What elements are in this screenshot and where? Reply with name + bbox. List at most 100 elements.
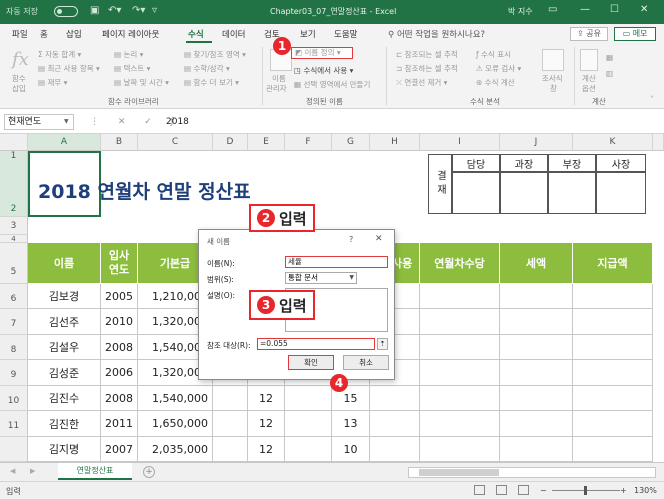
tell-me-search[interactable]: ⚲ 어떤 작업을 원하시나요?	[388, 28, 485, 40]
table-cell[interactable]: 김보경	[28, 284, 101, 309]
recent-button[interactable]: ▤ 최근 사용 항목 ▾	[38, 63, 100, 74]
scope-select[interactable]: 통합 문서 ▼	[285, 272, 357, 284]
row-header[interactable]: 10	[0, 386, 28, 411]
trace-precedents-button[interactable]: ⊏ 참조되는 셀 추적	[396, 49, 458, 60]
define-name-button[interactable]: ◩ 이름 정의 ▾	[291, 47, 353, 59]
zoom-out-icon[interactable]: −	[540, 486, 547, 495]
close-window-icon[interactable]: ✕	[640, 4, 648, 15]
watch-window-icon[interactable]	[542, 49, 564, 71]
table-cell[interactable]: 김설우	[28, 335, 101, 360]
maximize-icon[interactable]: ☐	[610, 4, 619, 15]
collapse-dialog-icon[interactable]: ⇡	[377, 338, 388, 350]
remove-arrows-button[interactable]: ⤫ 연결선 제거 ▾	[396, 77, 447, 88]
table-cell[interactable]	[420, 284, 500, 309]
row-header[interactable]: 5	[0, 243, 28, 284]
table-cell[interactable]: 10	[332, 437, 370, 462]
column-header[interactable]: B	[101, 134, 138, 151]
use-in-formula-button[interactable]: ◳ 수식에서 사용 ▾	[294, 65, 353, 76]
table-cell[interactable]: 김선주	[28, 309, 101, 335]
financial-button[interactable]: ▤ 재무 ▾	[38, 77, 67, 88]
table-cell[interactable]	[500, 284, 573, 309]
table-cell[interactable]: 13	[332, 411, 370, 437]
table-cell[interactable]: 2011	[101, 411, 138, 437]
column-header[interactable]: K	[573, 134, 653, 151]
spreadsheet-grid[interactable]: A B C D E F G H I J K 2 1 3 4 5 6 7 8 9 …	[0, 134, 664, 462]
select-all-corner[interactable]	[0, 134, 28, 151]
tab-view[interactable]: 보기	[300, 28, 316, 40]
table-cell[interactable]: 2005	[101, 284, 138, 309]
table-cell[interactable]	[213, 386, 248, 411]
table-cell[interactable]	[420, 335, 500, 360]
add-sheet-icon[interactable]: +	[143, 466, 155, 478]
table-cell[interactable]	[573, 411, 653, 437]
formula-input[interactable]: 2018	[166, 117, 189, 127]
table-cell[interactable]	[573, 437, 653, 462]
table-cell[interactable]: 2,035,000	[138, 437, 213, 462]
row-header[interactable]: 3	[0, 217, 28, 235]
page-layout-view-icon[interactable]	[496, 485, 507, 495]
autosave-toggle[interactable]	[54, 6, 78, 17]
row-header[interactable]: 7	[0, 309, 28, 335]
tab-home[interactable]: 홈	[40, 28, 48, 40]
row-header[interactable]: 9	[0, 360, 28, 386]
table-cell[interactable]	[500, 437, 573, 462]
table-cell[interactable]	[213, 411, 248, 437]
sheet-tab[interactable]: 연말정산표	[58, 463, 132, 480]
table-cell[interactable]: 2008	[101, 335, 138, 360]
logical-button[interactable]: ▤ 논리 ▾	[114, 49, 143, 60]
table-cell[interactable]	[500, 386, 573, 411]
more-functions-button[interactable]: ▤ 함수 더 보기 ▾	[184, 77, 239, 88]
table-cell[interactable]	[500, 360, 573, 386]
tab-page-layout[interactable]: 페이지 레이아웃	[102, 28, 159, 40]
table-cell[interactable]	[573, 386, 653, 411]
table-cell[interactable]: 김진수	[28, 386, 101, 411]
autosum-button[interactable]: Σ 자동 합계 ▾	[38, 49, 81, 60]
tab-help[interactable]: 도움말	[334, 28, 357, 40]
table-cell[interactable]: 1,540,000	[138, 386, 213, 411]
tab-data[interactable]: 데이터	[222, 28, 245, 40]
table-cell[interactable]	[500, 411, 573, 437]
cancel-button[interactable]: 취소	[343, 355, 389, 370]
refers-to-field[interactable]: =0.055	[257, 338, 375, 350]
column-header[interactable]: J	[500, 134, 573, 151]
create-from-selection-button[interactable]: ▦ 선택 영역에서 만들기	[294, 79, 370, 90]
insert-function-icon[interactable]: fx	[12, 49, 29, 70]
table-cell[interactable]	[370, 411, 420, 437]
header-allowance[interactable]: 연월차수당	[420, 243, 500, 284]
table-cell[interactable]	[573, 309, 653, 335]
approval-sign-box[interactable]	[548, 172, 596, 214]
undo-icon[interactable]: ↶▾	[108, 5, 121, 16]
calculate-now-icon[interactable]: ▦	[606, 53, 613, 62]
redo-icon[interactable]: ↷▾	[132, 5, 145, 16]
next-sheet-icon[interactable]: ▶	[30, 467, 35, 475]
table-cell[interactable]	[285, 437, 332, 462]
dialog-help-button[interactable]: ?	[349, 235, 353, 244]
calculation-options-icon[interactable]	[580, 49, 598, 71]
zoom-in-icon[interactable]: +	[620, 486, 627, 495]
approval-sign-box[interactable]	[452, 172, 500, 214]
table-cell[interactable]: 12	[248, 386, 285, 411]
row-header[interactable]: 1	[0, 151, 28, 161]
table-cell[interactable]: 김진한	[28, 411, 101, 437]
datetime-button[interactable]: ▤ 날짜 및 시간 ▾	[114, 77, 169, 88]
row-header[interactable]: 11	[0, 411, 28, 437]
header-join-year[interactable]: 입사 연도	[101, 243, 138, 284]
table-cell[interactable]	[573, 360, 653, 386]
table-cell[interactable]: 2010	[101, 309, 138, 335]
text-button[interactable]: ▤ 텍스트 ▾	[114, 63, 150, 74]
header-tax[interactable]: 세액	[500, 243, 573, 284]
table-cell[interactable]: 김지명	[28, 437, 101, 462]
header-pay[interactable]: 지급액	[573, 243, 653, 284]
tab-formulas[interactable]: 수식	[188, 28, 204, 40]
collapse-ribbon-icon[interactable]: ˄	[650, 95, 654, 104]
table-cell[interactable]	[420, 309, 500, 335]
memo-button[interactable]: ▭ 메모	[614, 27, 656, 41]
table-cell[interactable]	[370, 437, 420, 462]
tab-file[interactable]: 파일	[12, 28, 28, 40]
normal-view-icon[interactable]	[474, 485, 485, 495]
table-cell[interactable]: 12	[248, 437, 285, 462]
column-header[interactable]: F	[285, 134, 332, 151]
page-break-view-icon[interactable]	[518, 485, 529, 495]
show-formulas-button[interactable]: ƒ 수식 표시	[476, 49, 511, 60]
column-header[interactable]: C	[138, 134, 213, 151]
